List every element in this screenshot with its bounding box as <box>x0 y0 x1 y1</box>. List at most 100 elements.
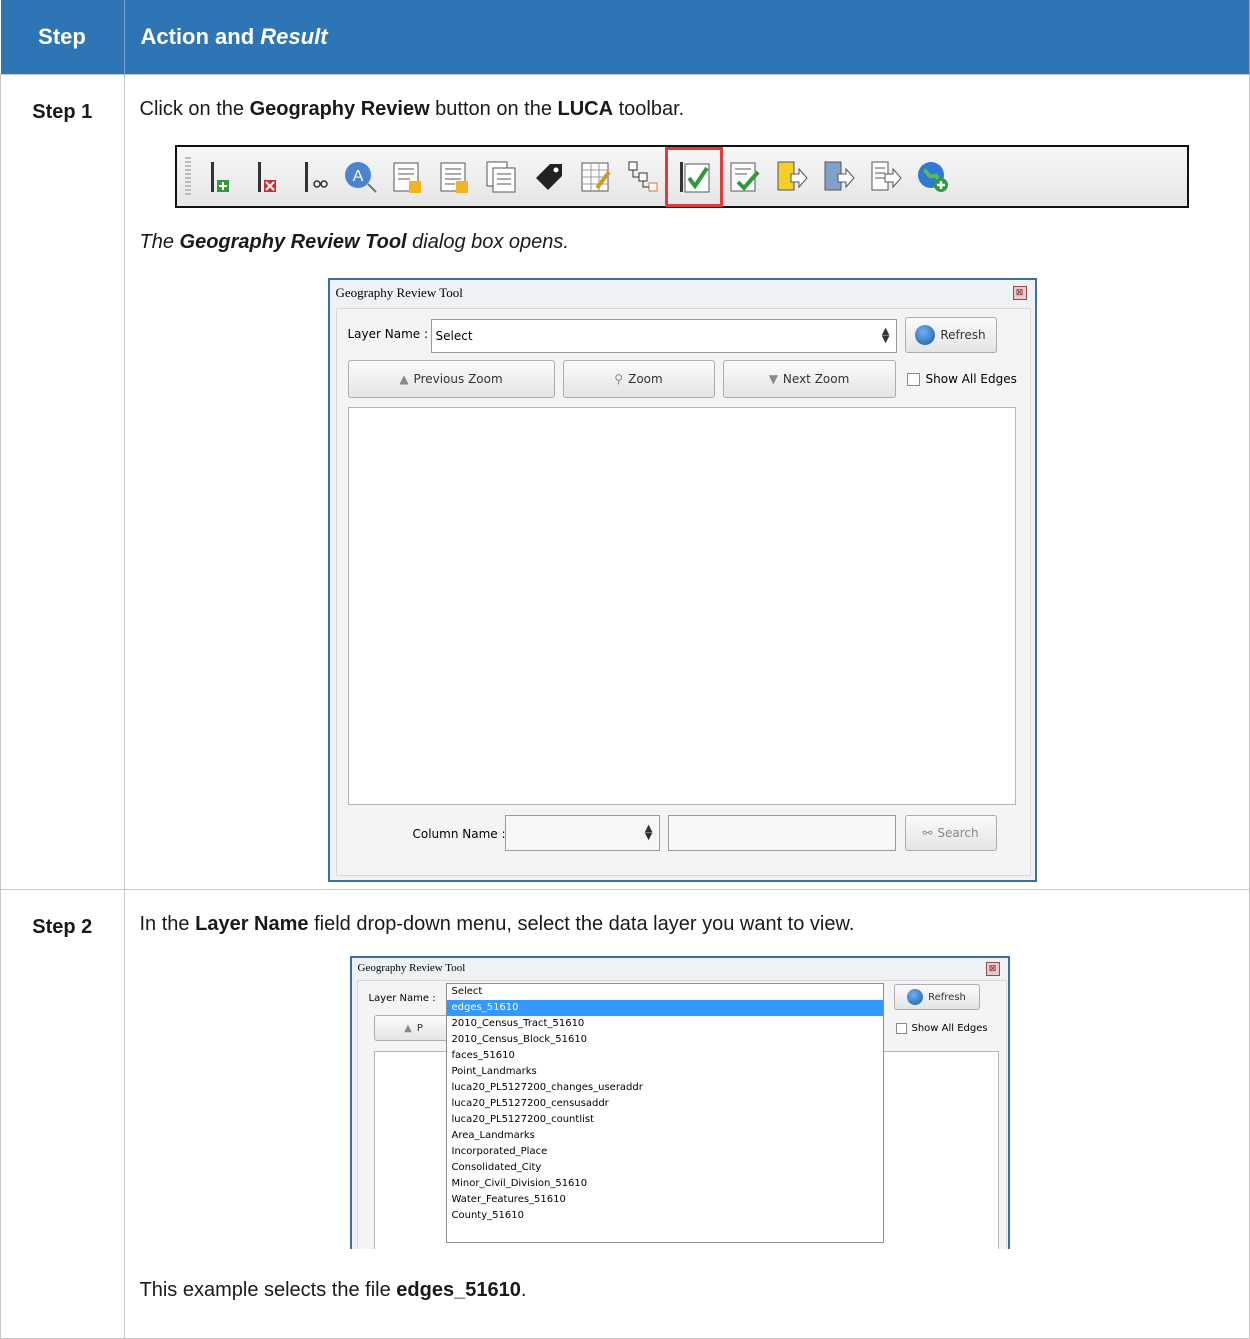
dialog-titlebar: Geography Review Tool ⊠ <box>352 958 1008 978</box>
layer-name-select[interactable]: Select ▲ ▼ <box>430 319 897 353</box>
refresh-icon <box>915 325 936 345</box>
dialog-title: Geography Review Tool <box>335 285 463 300</box>
previous-zoom-button[interactable]: ▲ Previous Zoom <box>347 360 555 398</box>
triangle-down-icon: ▼ <box>768 372 778 386</box>
refresh-label: Refresh <box>940 328 986 342</box>
layer-name-value: Select <box>435 329 473 343</box>
table-row: Step 1 Click on the Geography Review but… <box>0 74 1250 890</box>
text-bold: Geography Review Tool <box>179 231 407 253</box>
dialog-body: Layer Name : Refresh ▲ P Show All Edges S… <box>356 980 1007 1249</box>
text-bold: edges_51610 <box>396 1279 521 1301</box>
close-icon[interactable]: ⊠ <box>1012 286 1027 300</box>
zoom-button[interactable]: ⚲ Zoom <box>562 360 715 398</box>
chevron-updown-icon: ▲ ▼ <box>644 823 653 842</box>
column-name-label: Column Name : <box>412 827 506 841</box>
step1-result: The Geography Review Tool dialog box ope… <box>140 228 1250 256</box>
dropdown-option[interactable]: Water_Features_51610 <box>447 1192 883 1208</box>
export-yellow-icon[interactable] <box>772 155 812 199</box>
dropdown-option[interactable]: Incorporated_Place <box>447 1144 883 1160</box>
show-all-edges-label: Show All Edges <box>925 372 1017 386</box>
text-bold: Geography Review <box>249 98 430 120</box>
action-column-header: Action and Result <box>124 0 1250 75</box>
dropdown-option[interactable]: Select <box>447 984 883 1000</box>
search-input[interactable] <box>667 815 896 851</box>
action-header-label: Action and <box>140 24 261 49</box>
step-label: Step 1 <box>0 74 125 890</box>
step-body: In the Layer Name field drop-down menu, … <box>123 889 1250 1339</box>
dialog-titlebar: Geography Review Tool ⊠ <box>330 280 1035 306</box>
tag-icon[interactable] <box>529 155 569 199</box>
text: Click on the <box>139 98 250 120</box>
next-zoom-button[interactable]: ▼ Next Zoom <box>722 360 896 398</box>
text: The <box>139 231 180 253</box>
edit-table-icon[interactable] <box>576 155 616 199</box>
luca-toolbar: A <box>174 145 1189 208</box>
magnifier-icon: ⚲ <box>614 372 624 386</box>
check-form-icon[interactable] <box>725 155 765 199</box>
column-name-select[interactable]: ▲ ▼ <box>504 815 660 851</box>
chevron-updown-icon: ▲ ▼ <box>881 326 890 345</box>
step-header-label: Step <box>38 24 86 49</box>
form-new-icon[interactable] <box>388 155 428 199</box>
table-row: Step 2 In the Layer Name field drop-down… <box>0 889 1250 1339</box>
dropdown-option[interactable]: faces_51610 <box>447 1048 883 1064</box>
copy-pages-icon[interactable] <box>482 155 522 199</box>
dropdown-option[interactable]: 2010_Census_Tract_51610 <box>447 1016 883 1032</box>
dropdown-option[interactable]: Area_Landmarks <box>447 1128 883 1144</box>
address-label-icon[interactable]: A <box>341 155 381 199</box>
form-list-icon[interactable] <box>435 155 475 199</box>
refresh-icon <box>907 989 924 1005</box>
geography-review-icon[interactable] <box>665 146 723 207</box>
export-map-icon[interactable] <box>819 155 859 199</box>
text: toolbar. <box>613 98 685 120</box>
text: button on the <box>429 98 558 120</box>
previous-zoom-label: P <box>416 1022 423 1034</box>
search-label: Search <box>937 826 979 840</box>
text-bold: LUCA <box>557 98 614 120</box>
geography-review-dialog-dropdown: Geography Review Tool ⊠ Layer Name : Ref… <box>349 956 1010 1249</box>
export-list-icon[interactable] <box>866 155 906 199</box>
dropdown-option[interactable]: Minor_Civil_Division_51610 <box>447 1176 883 1192</box>
dropdown-option[interactable]: Consolidated_City <box>447 1160 883 1176</box>
split-line-icon[interactable] <box>294 155 334 199</box>
checkbox-box[interactable] <box>906 372 920 386</box>
step1-instruction: Click on the Geography Review button on … <box>140 95 1250 123</box>
dropdown-option[interactable]: luca20_PL5127200_countlist <box>447 1112 883 1128</box>
dropdown-option[interactable]: 2010_Census_Block_51610 <box>447 1032 883 1048</box>
dropdown-option[interactable]: luca20_PL5127200_changes_useraddr <box>447 1080 883 1096</box>
layer-dropdown-list[interactable]: Select edges_51610 2010_Census_Tract_51610… <box>445 983 884 1243</box>
dialog-body: Layer Name : Select ▲ ▼ Refresh ▲ Previous… <box>335 308 1031 876</box>
refresh-button[interactable]: Refresh <box>893 984 980 1010</box>
result-header-label: Result <box>260 24 328 49</box>
search-button[interactable]: ⚯ Search <box>904 815 997 851</box>
delete-point-icon[interactable] <box>247 155 287 199</box>
show-all-edges-checkbox[interactable]: Show All Edges <box>895 1023 988 1034</box>
structure-icon[interactable] <box>623 155 663 199</box>
results-panel[interactable] <box>347 407 1016 805</box>
toolbar-grip[interactable] <box>184 156 191 197</box>
refresh-button[interactable]: Refresh <box>904 317 997 353</box>
add-globe-icon[interactable] <box>913 155 953 199</box>
checkbox-box[interactable] <box>895 1023 907 1034</box>
previous-zoom-label: Previous Zoom <box>413 372 503 386</box>
step-column-header: Step <box>0 0 125 75</box>
show-all-edges-checkbox[interactable]: Show All Edges <box>906 372 1017 386</box>
dropdown-option[interactable]: Point_Landmarks <box>447 1064 883 1080</box>
dropdown-option[interactable]: edges_51610 <box>446 1000 883 1016</box>
close-icon[interactable]: ⊠ <box>985 962 1000 976</box>
table-header-row: Step Action and Result <box>0 0 1250 75</box>
show-all-edges-label: Show All Edges <box>911 1023 988 1034</box>
previous-zoom-button[interactable]: ▲ P <box>373 1015 454 1041</box>
dropdown-option[interactable]: County_51610 <box>447 1208 883 1224</box>
refresh-label: Refresh <box>928 991 966 1003</box>
svg-text:A: A <box>353 168 364 185</box>
add-point-icon[interactable] <box>200 155 240 199</box>
layer-name-label: Layer Name : <box>347 327 429 341</box>
dropdown-option[interactable]: luca20_PL5127200_censusaddr <box>447 1096 883 1112</box>
text: In the <box>139 913 196 935</box>
step2-note: This example selects the file edges_5161… <box>140 1276 1250 1304</box>
text: dialog box opens. <box>406 231 569 253</box>
dialog-title: Geography Review Tool <box>357 962 466 974</box>
geography-review-dialog: Geography Review Tool ⊠ Layer Name : Sel… <box>327 278 1037 882</box>
binoculars-icon: ⚯ <box>922 826 933 840</box>
